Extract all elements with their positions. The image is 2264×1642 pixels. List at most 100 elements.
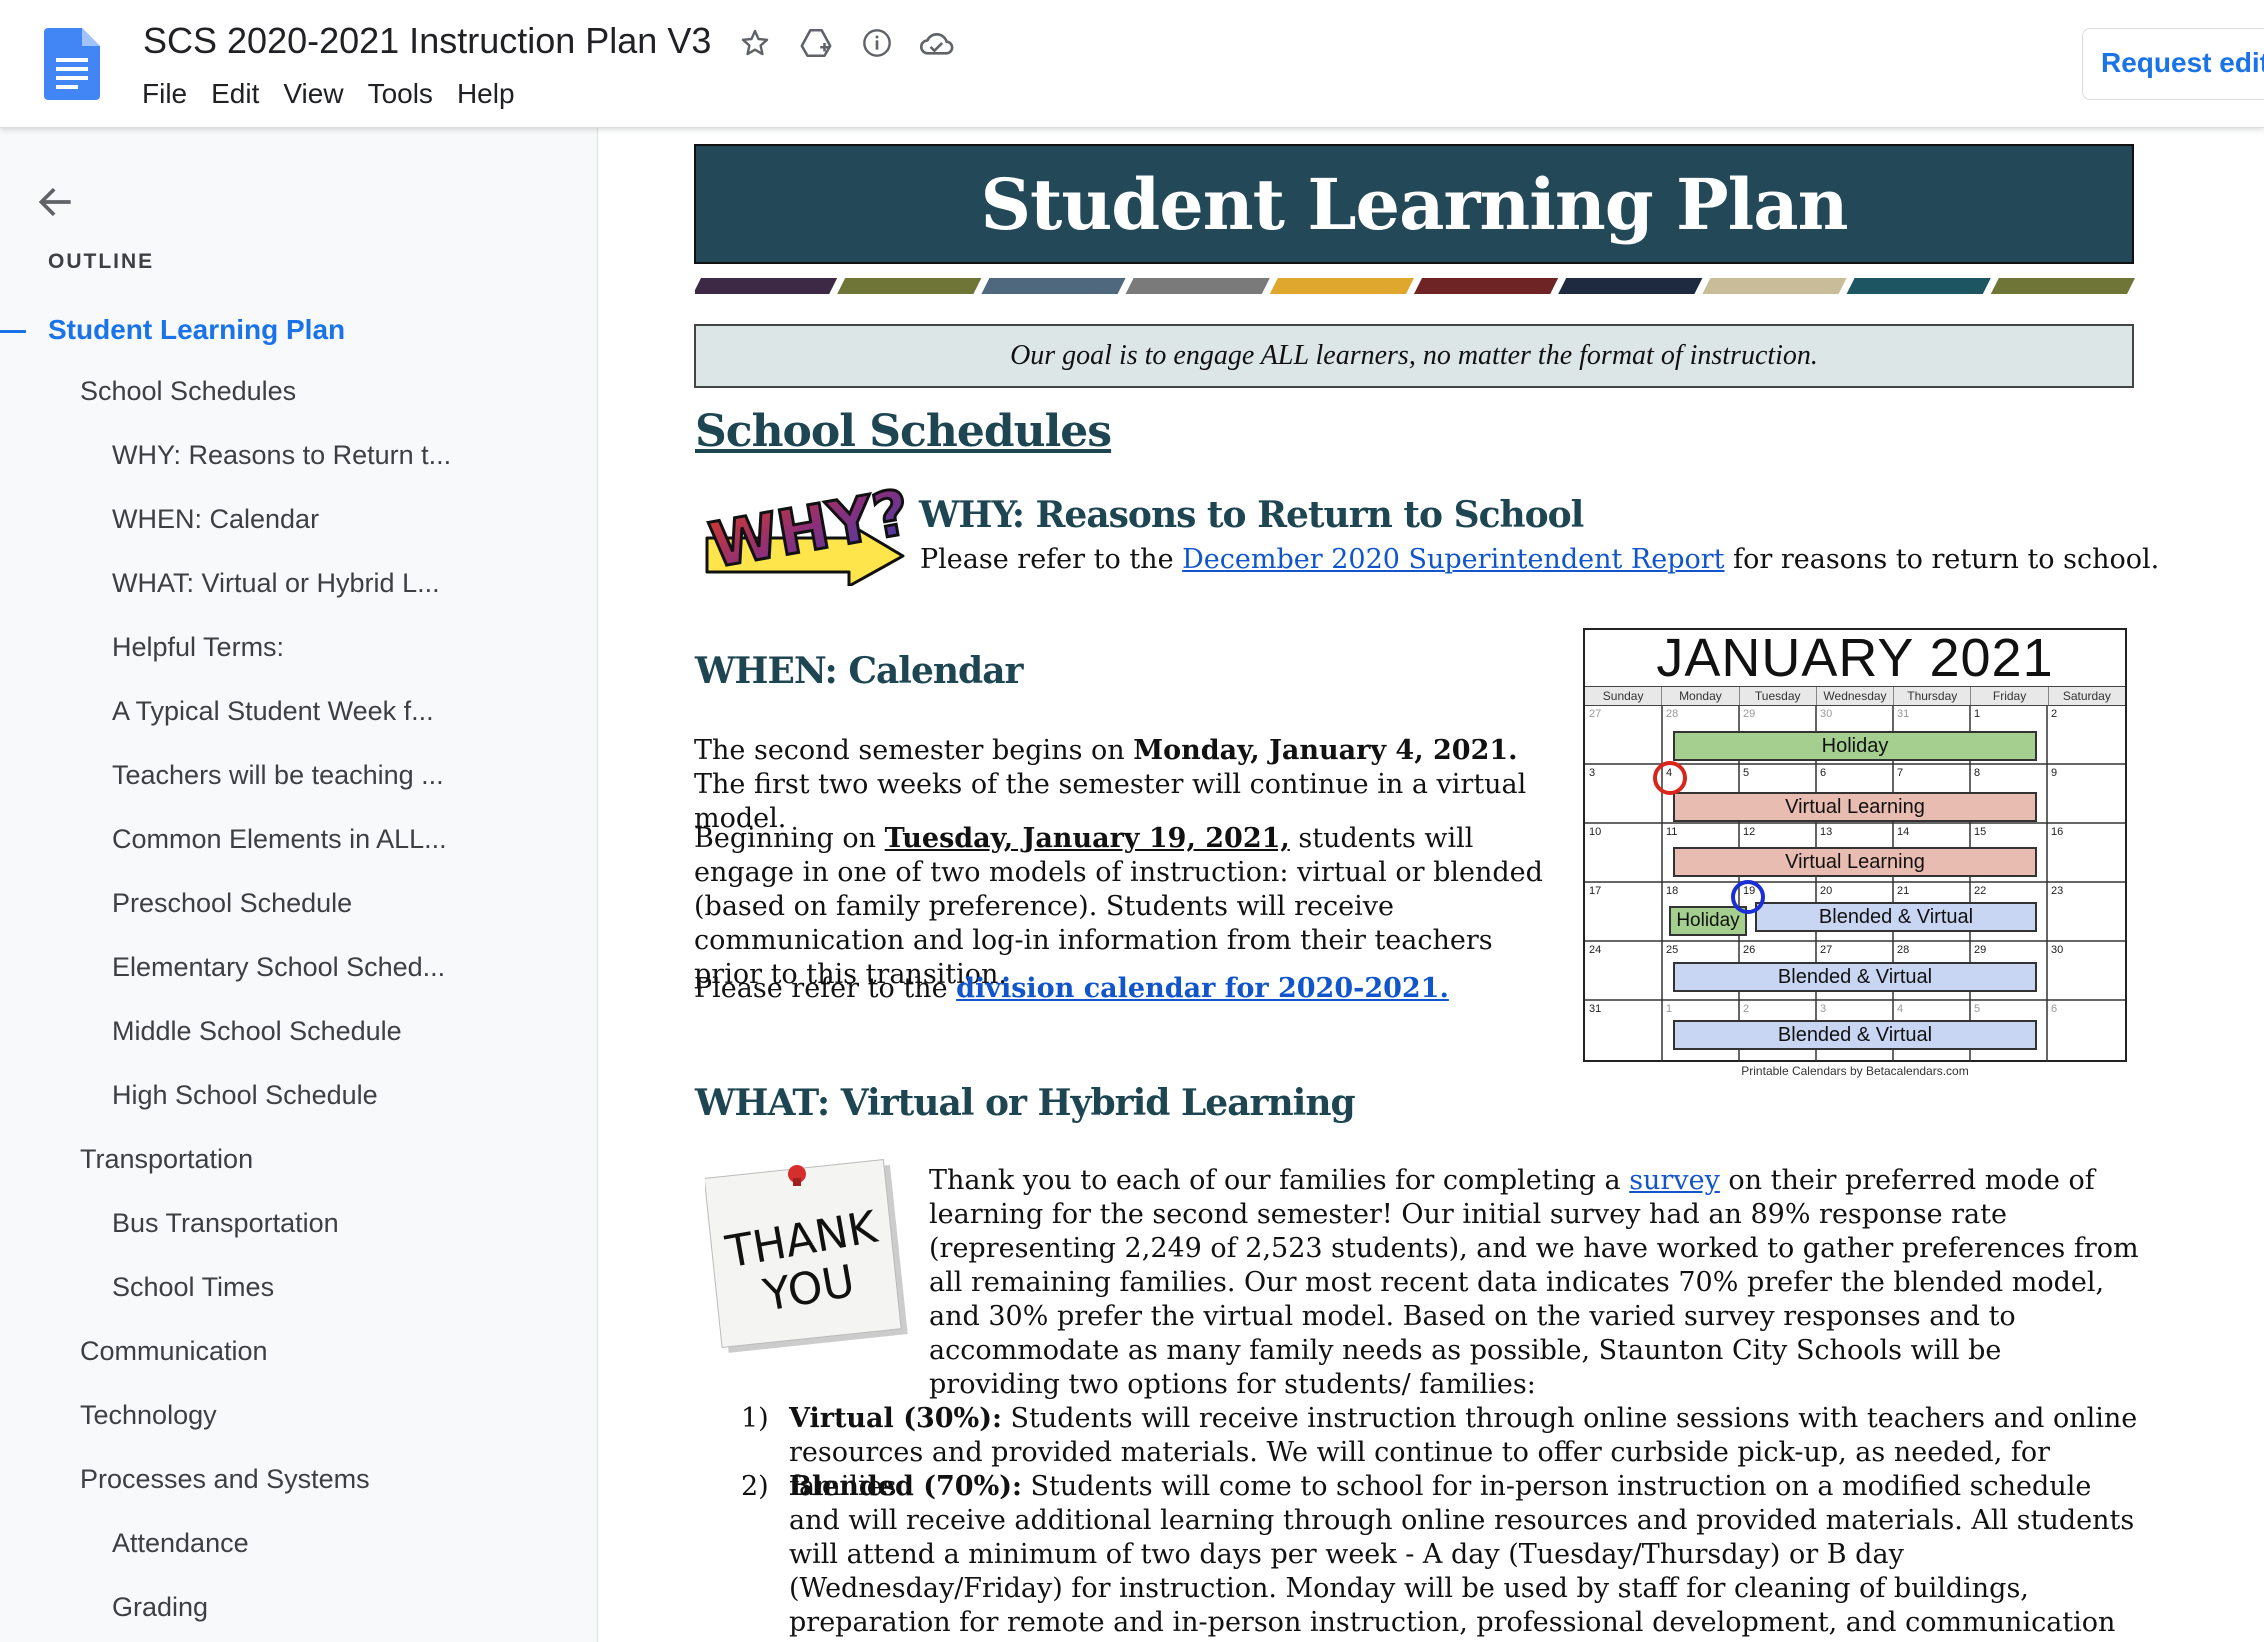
when-paragraph-3: Please refer to the division calendar fo…: [694, 972, 1564, 1006]
outline-heading: OUTLINE: [48, 250, 155, 273]
outline-item[interactable]: Communication: [80, 1336, 268, 1367]
calendar-date: 2: [2051, 708, 2058, 720]
calendar-date: 6: [2051, 1003, 2058, 1015]
outline-item[interactable]: Teachers will be teaching ...: [112, 760, 444, 791]
menu-tools[interactable]: Tools: [356, 76, 445, 112]
calendar-date: 28: [1666, 708, 1679, 720]
calendar-day-friday: Friday: [1971, 687, 2049, 705]
request-edit-button[interactable]: Request edit: [2082, 28, 2264, 100]
calendar-date: 17: [1589, 885, 1602, 897]
why-heading: WHY: Reasons to Return to School: [919, 494, 1584, 536]
outline-item[interactable]: Helpful Terms:: [112, 632, 284, 663]
list-body: Blended (70%): Students will come to sch…: [789, 1470, 2139, 1642]
survey-link[interactable]: survey: [1629, 1165, 1720, 1196]
calendar-date: 3: [1589, 767, 1596, 779]
calendar-date: 29: [1743, 708, 1756, 720]
calendar-date: 2: [1743, 1003, 1750, 1015]
calendar-date: 30: [1820, 708, 1833, 720]
outline-sidebar: OUTLINE Student Learning Plan School Sche…: [0, 128, 598, 1642]
goal-text: Our goal is to engage ALL learners, no m…: [1010, 340, 1818, 371]
banner-title: Student Learning Plan: [980, 162, 1848, 246]
calendar-bar-blended: Blended & Virtual: [1673, 962, 2037, 992]
calendar-date: 26: [1743, 944, 1756, 956]
info-icon[interactable]: [856, 22, 898, 64]
what-heading: WHAT: Virtual or Hybrid Learning: [695, 1082, 1356, 1124]
active-outline-indicator: [0, 330, 26, 333]
outline-item[interactable]: School Times: [112, 1272, 274, 1303]
when-p2-date: Tuesday, January 19, 2021,: [884, 823, 1290, 854]
calendar-bar-holiday: Holiday: [1669, 906, 1747, 936]
menu-bar: File Edit View Tools Help: [130, 76, 527, 112]
list-number: 1): [741, 1403, 769, 1434]
color-stripe: [1269, 278, 1414, 294]
outline-item[interactable]: Middle School Schedule: [112, 1016, 402, 1047]
when-p1-pre: The second semester begins on: [694, 735, 1134, 766]
calendar-date: 23: [2051, 885, 2064, 897]
outline-item[interactable]: Student Learning Plan: [48, 314, 345, 346]
calendar-date: 6: [1820, 767, 1827, 779]
list-number: 2): [741, 1471, 769, 1502]
menu-help[interactable]: Help: [445, 76, 527, 112]
outline-item[interactable]: WHY: Reasons to Return t...: [112, 440, 451, 471]
document-title[interactable]: SCS 2020-2021 Instruction Plan V3: [143, 20, 711, 62]
outline-item[interactable]: School Schedules: [80, 376, 296, 407]
outline-item[interactable]: Elementary School Sched...: [112, 952, 445, 983]
document-canvas: Student Learning Plan Our goal is to eng…: [599, 128, 2264, 1642]
google-docs-logo-icon[interactable]: [44, 28, 100, 100]
blue-circle-marker-icon: [1731, 880, 1765, 914]
outline-item[interactable]: Transportation: [80, 1144, 253, 1175]
why-arrow-graphic: WHY?: [703, 480, 909, 586]
calendar-date: 3: [1820, 1003, 1827, 1015]
list-item-label: Blended (70%):: [789, 1471, 1022, 1502]
color-stripe: [1125, 278, 1270, 294]
school-schedules-heading: School Schedules: [695, 406, 1112, 457]
outline-item[interactable]: Grading: [112, 1592, 208, 1623]
calendar-date: 9: [2051, 767, 2058, 779]
january-calendar-image: JANUARY 2021 Sunday Monday Tuesday Wedne…: [1583, 628, 2127, 1062]
calendar-day-wednesday: Wednesday: [1817, 687, 1895, 705]
calendar-credit: Printable Calendars by Betacalendars.com: [1741, 1064, 1969, 1078]
calendar-date: 22: [1974, 885, 1987, 897]
menu-view[interactable]: View: [271, 76, 355, 112]
outline-item[interactable]: Bus Transportation: [112, 1208, 339, 1239]
when-paragraph-2: Beginning on Tuesday, January 19, 2021, …: [694, 822, 1564, 992]
what-p-post: on their preferred mode of learning for …: [929, 1165, 2139, 1400]
back-arrow-icon[interactable]: [34, 180, 78, 224]
outline-item[interactable]: WHAT: Virtual or Hybrid L...: [112, 568, 440, 599]
menu-edit[interactable]: Edit: [199, 76, 271, 112]
color-stripe: [1846, 278, 1991, 294]
color-stripe: [981, 278, 1126, 294]
when-heading: WHEN: Calendar: [695, 650, 1024, 692]
cloud-saved-icon[interactable]: [916, 22, 958, 64]
banner: Student Learning Plan: [694, 144, 2134, 264]
outline-item[interactable]: High School Schedule: [112, 1080, 378, 1111]
outline-item[interactable]: Common Elements in ALL...: [112, 824, 447, 855]
calendar-day-monday: Monday: [1662, 687, 1740, 705]
when-paragraph-1: The second semester begins on Monday, Ja…: [694, 734, 1564, 836]
outline-item[interactable]: WHEN: Calendar: [112, 504, 319, 535]
menu-file[interactable]: File: [130, 76, 199, 112]
move-to-drive-icon[interactable]: [795, 22, 837, 64]
outline-item[interactable]: Technology: [80, 1400, 217, 1431]
calendar-date: 14: [1897, 826, 1910, 838]
thank-you-sticky-note-icon: THANK YOU: [705, 1159, 908, 1353]
why-text-post: for reasons to return to school.: [1724, 544, 2160, 575]
calendar-date: 10: [1589, 826, 1602, 838]
calendar-date: 31: [1897, 708, 1910, 720]
calendar-date: 16: [2051, 826, 2064, 838]
calendar-date: 18: [1666, 885, 1679, 897]
division-calendar-link[interactable]: division calendar for 2020-2021.: [956, 973, 1449, 1004]
calendar-bar-blended: Blended & Virtual: [1673, 1020, 2037, 1050]
color-stripe: [837, 278, 982, 294]
calendar-title: JANUARY 2021: [1656, 628, 2054, 688]
outline-item[interactable]: A Typical Student Week f...: [112, 696, 434, 727]
outline-item[interactable]: Processes and Systems: [80, 1464, 370, 1495]
star-icon[interactable]: [734, 22, 776, 64]
superintendent-report-link[interactable]: December 2020 Superintendent Report: [1182, 544, 1724, 575]
outline-item[interactable]: Preschool Schedule: [112, 888, 352, 919]
goal-box: Our goal is to engage ALL learners, no m…: [694, 324, 2134, 388]
calendar-bar-holiday: Holiday: [1673, 731, 2037, 761]
outline-item[interactable]: Attendance: [112, 1528, 249, 1559]
why-paragraph: Please refer to the December 2020 Superi…: [920, 544, 2159, 575]
calendar-day-tuesday: Tuesday: [1740, 687, 1817, 705]
